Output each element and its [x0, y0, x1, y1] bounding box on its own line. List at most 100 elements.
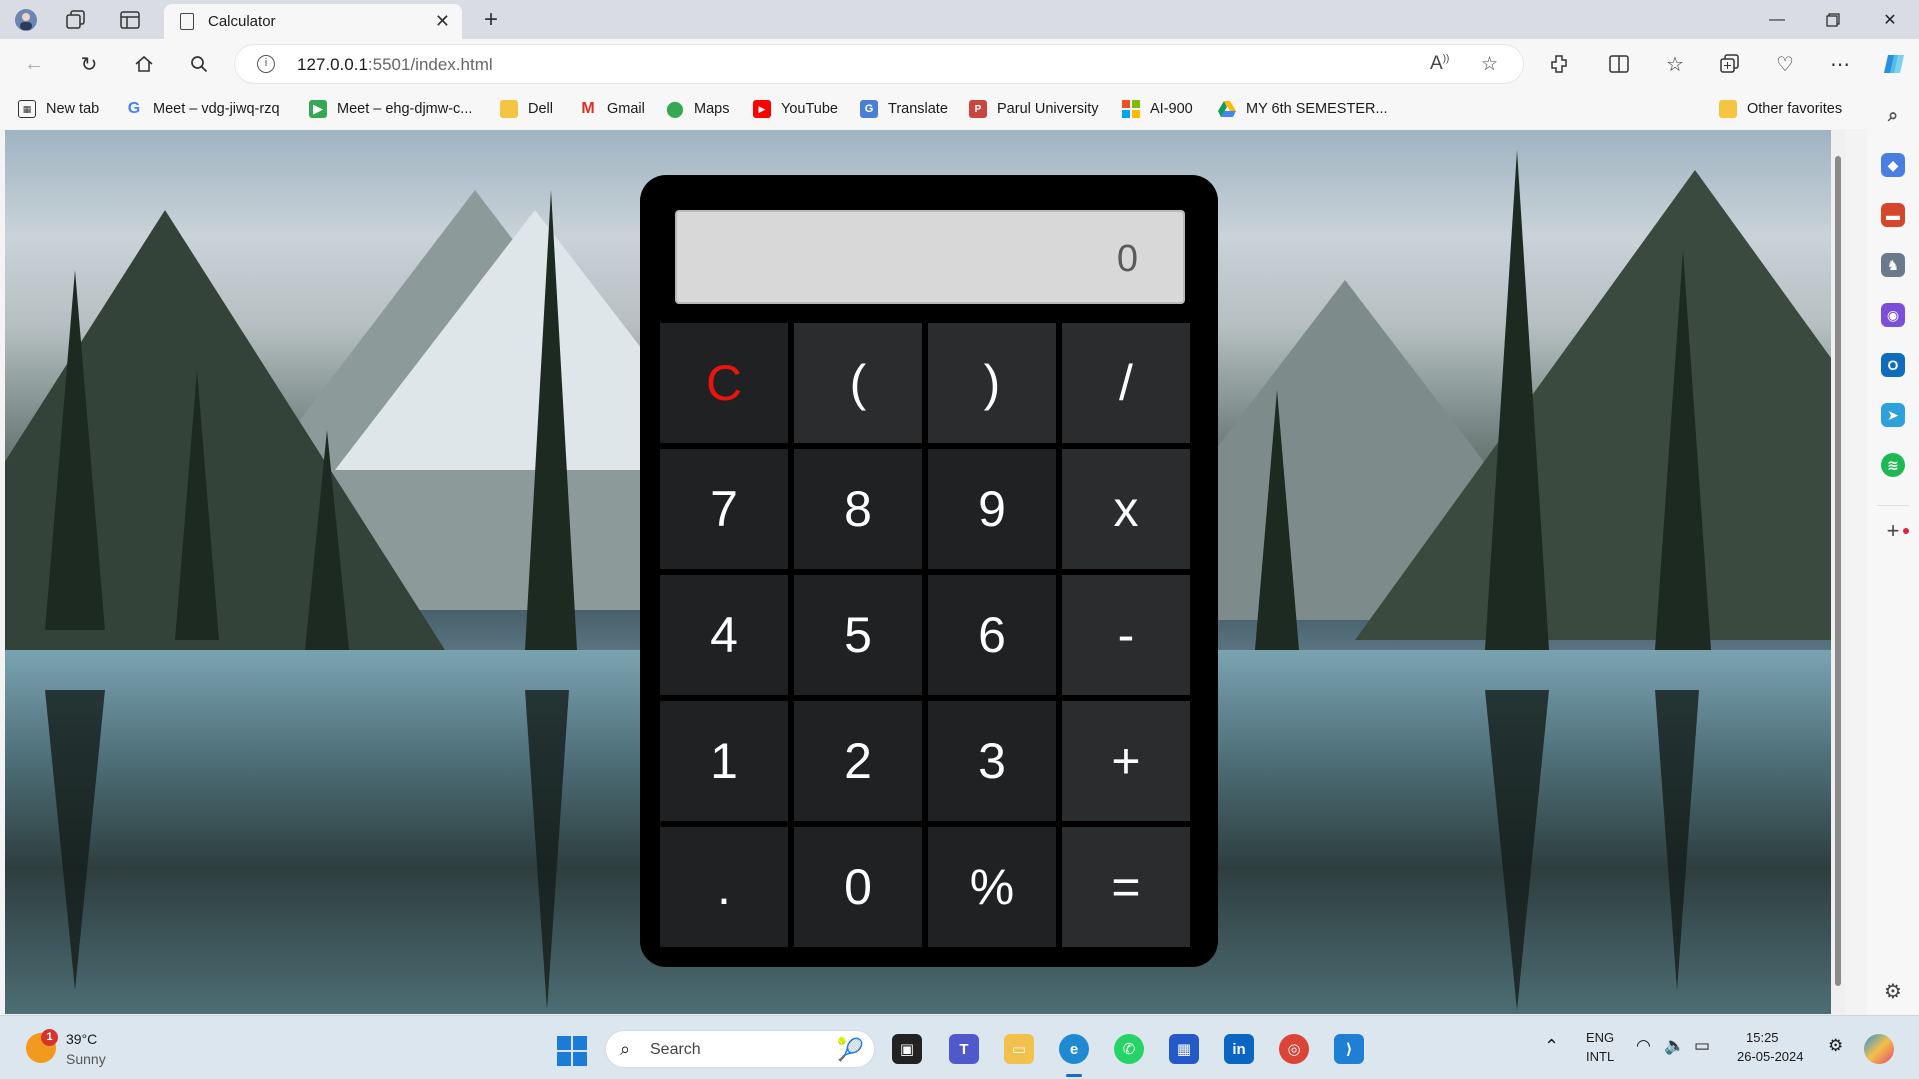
key-equals[interactable]: = [1062, 827, 1190, 947]
back-arrow-icon[interactable]: ← [19, 50, 49, 78]
fav-new-tab[interactable]: ▦ New tab [18, 98, 99, 120]
clock-time[interactable]: 15:25 [1746, 1030, 1779, 1045]
language-top[interactable]: ENG [1586, 1030, 1614, 1045]
battery-icon[interactable]: ▭ [1694, 1036, 1710, 1056]
read-aloud-icon[interactable]: A)) [1430, 53, 1449, 75]
key-one[interactable]: 1 [660, 701, 788, 821]
favorite-star-icon[interactable]: ☆ [1481, 53, 1498, 76]
copilot-taskbar-icon[interactable] [1864, 1034, 1894, 1064]
key-add[interactable]: + [1062, 701, 1190, 821]
parul-icon: P [969, 100, 987, 118]
task-view-icon[interactable]: ▣ [892, 1034, 922, 1064]
site-info-icon[interactable]: i [257, 55, 275, 73]
weather-desc[interactable]: Sunny [66, 1051, 106, 1067]
key-four[interactable]: 4 [660, 575, 788, 695]
vscode-icon[interactable]: ⟩ [1334, 1034, 1364, 1064]
key-five[interactable]: 5 [794, 575, 922, 695]
fav-ai-900[interactable]: AI-900 [1122, 98, 1193, 120]
key-six[interactable]: 6 [928, 575, 1056, 695]
clock-date[interactable]: 26-05-2024 [1737, 1049, 1804, 1064]
key-zero[interactable]: 0 [794, 827, 922, 947]
fav-youtube[interactable]: ▶ YouTube [753, 98, 838, 120]
workspaces-icon[interactable] [64, 8, 88, 32]
fav-gmail[interactable]: M Gmail [579, 98, 645, 120]
key-two[interactable]: 2 [794, 701, 922, 821]
linkedin-icon[interactable]: in [1224, 1034, 1254, 1064]
fav-parul[interactable]: P Parul University [969, 98, 1099, 120]
scrollbar-thumb[interactable] [1835, 156, 1841, 986]
key-divide[interactable]: / [1062, 323, 1190, 443]
home-icon[interactable] [129, 50, 159, 78]
fav-label: AI-900 [1150, 101, 1193, 117]
sidebar-outlook-icon[interactable]: O [1881, 353, 1905, 377]
sidebar-tools-icon[interactable]: ▬ [1881, 203, 1905, 227]
split-screen-icon[interactable] [1604, 50, 1634, 78]
sidebar-spotify-icon[interactable]: ≋ [1881, 453, 1905, 477]
key-multiply[interactable]: x [1062, 449, 1190, 569]
key-subtract[interactable]: - [1062, 575, 1190, 695]
profile-avatar-icon[interactable] [14, 8, 38, 32]
calculator-display[interactable]: 0 [675, 210, 1185, 304]
pine-tree [525, 190, 577, 650]
restore-icon[interactable] [1805, 0, 1861, 39]
fav-meet-2[interactable]: ▶ Meet – ehg-djmw-c... [309, 98, 472, 120]
close-tab-icon[interactable]: ✕ [435, 11, 450, 32]
more-options-icon[interactable]: ⋯ [1825, 50, 1855, 78]
key-percent[interactable]: % [928, 827, 1056, 947]
volume-icon[interactable]: 🔈 [1664, 1036, 1685, 1056]
key-seven[interactable]: 7 [660, 449, 788, 569]
sidebar-games-icon[interactable]: ♞ [1881, 253, 1905, 277]
focus-assist-icon[interactable]: ⚙ [1828, 1036, 1843, 1056]
start-windows-icon[interactable] [557, 1036, 587, 1066]
fav-other-favorites[interactable]: Other favorites [1719, 98, 1842, 120]
edge-icon[interactable]: e [1059, 1034, 1089, 1064]
copilot-icon[interactable] [1879, 50, 1909, 78]
chrome-icon[interactable]: ◎ [1279, 1034, 1309, 1064]
fav-dell[interactable]: Dell [500, 98, 553, 120]
wifi-icon[interactable]: ◠ [1636, 1036, 1651, 1056]
sidebar-add-icon[interactable]: + [1881, 518, 1905, 543]
fav-semester[interactable]: MY 6th SEMESTER... [1218, 98, 1388, 120]
weather-temp[interactable]: 39°C [66, 1031, 97, 1047]
taskbar-search[interactable]: ⌕ Search 🎾 [605, 1030, 875, 1068]
microsoft-store-icon[interactable]: ▦ [1169, 1034, 1199, 1064]
tab-calculator[interactable]: Calculator ✕ [164, 4, 462, 39]
sidebar-search-icon[interactable]: ⌕ [1881, 103, 1905, 127]
page-scrollbar[interactable] [1831, 130, 1845, 1014]
key-clear[interactable]: C [660, 323, 788, 443]
collections-icon[interactable] [1715, 50, 1745, 78]
sidebar-divider [1877, 505, 1909, 506]
fav-label: MY 6th SEMESTER... [1246, 101, 1388, 117]
document-icon [180, 13, 194, 30]
fav-maps[interactable]: ⬤ Maps [666, 98, 729, 120]
fav-meet-1[interactable]: G Meet – vdg-jiwq-rzq [125, 98, 280, 120]
vertical-tabs-icon[interactable] [118, 8, 142, 32]
key-nine[interactable]: 9 [928, 449, 1056, 569]
whatsapp-icon[interactable]: ✆ [1114, 1034, 1144, 1064]
show-hidden-icons-icon[interactable]: ⌃ [1544, 1036, 1559, 1057]
extensions-icon[interactable] [1544, 50, 1574, 78]
fav-translate[interactable]: G Translate [860, 98, 948, 120]
browser-essentials-icon[interactable]: ♡ [1770, 50, 1800, 78]
search-icon[interactable] [184, 50, 214, 78]
minimize-icon[interactable]: — [1749, 0, 1805, 39]
key-decimal[interactable]: . [660, 827, 788, 947]
sidebar-telegram-icon[interactable]: ➤ [1881, 403, 1905, 427]
url-text[interactable]: 127.0.0.1:5501/index.html [297, 55, 493, 75]
teams-icon[interactable]: T [949, 1034, 979, 1064]
address-bar[interactable]: i 127.0.0.1:5501/index.html A)) ☆ [235, 45, 1523, 83]
key-eight[interactable]: 8 [794, 449, 922, 569]
sidebar-office-icon[interactable]: ◉ [1881, 303, 1905, 327]
language-bottom[interactable]: INTL [1586, 1049, 1614, 1064]
file-explorer-icon[interactable]: ▭ [1004, 1034, 1034, 1064]
pine-tree [1655, 250, 1711, 650]
sidebar-settings-icon[interactable]: ⚙ [1881, 979, 1905, 1003]
key-three[interactable]: 3 [928, 701, 1056, 821]
key-open-paren[interactable]: ( [794, 323, 922, 443]
sidebar-shopping-icon[interactable]: ◆ [1881, 153, 1905, 177]
new-tab-plus-icon[interactable]: + [479, 6, 503, 33]
refresh-icon[interactable]: ↻ [74, 50, 104, 78]
favorites-list-icon[interactable]: ☆ [1660, 50, 1690, 78]
close-window-icon[interactable]: ✕ [1862, 0, 1918, 39]
key-close-paren[interactable]: ) [928, 323, 1056, 443]
